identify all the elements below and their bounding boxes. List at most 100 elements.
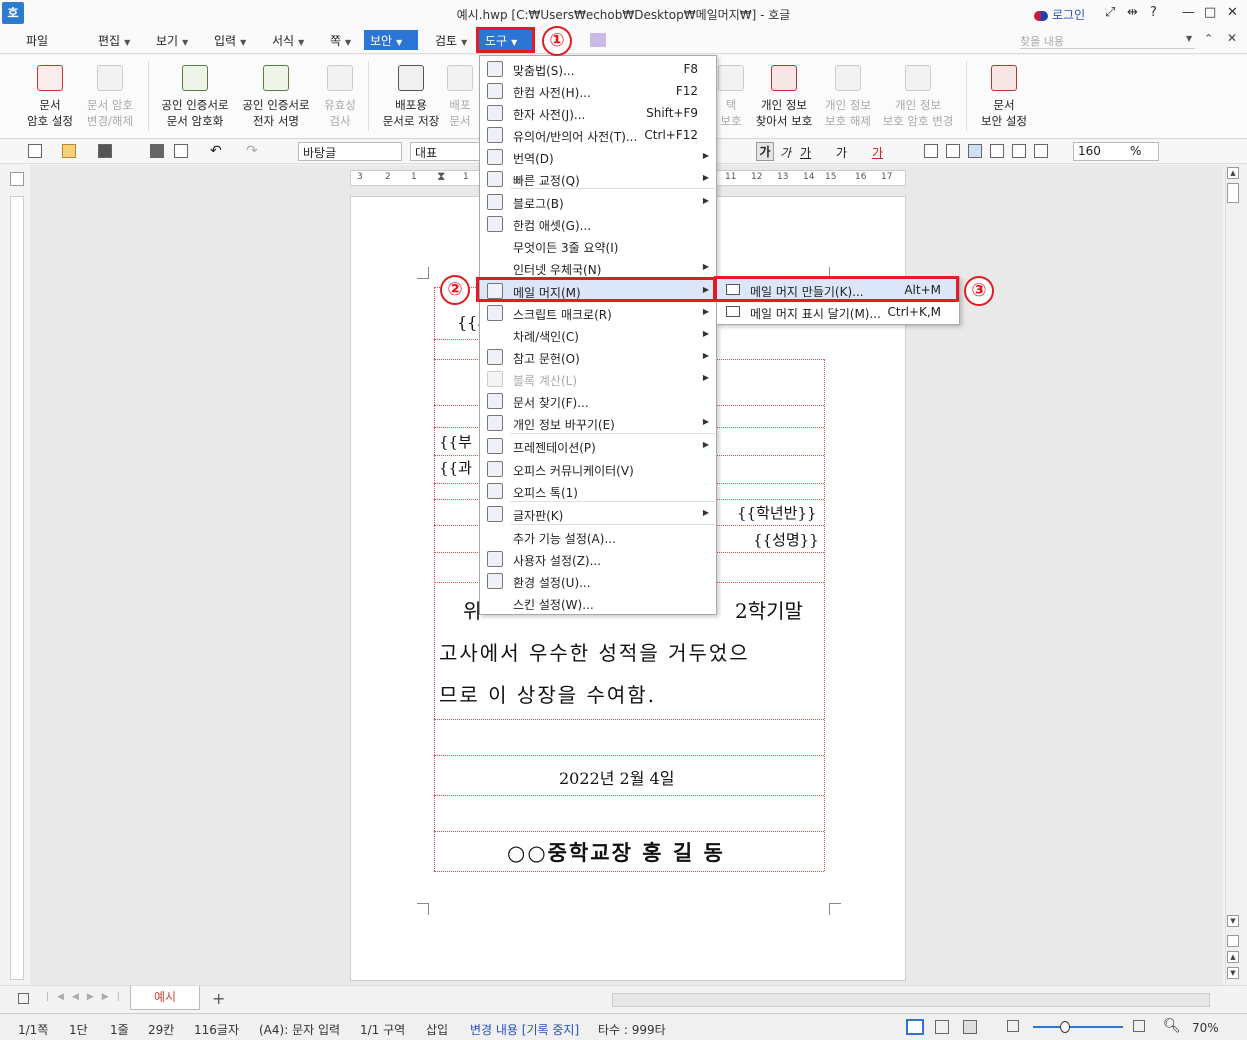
body-text[interactable]: 므로 이 상장을 수여함. xyxy=(439,679,656,708)
menu-item-20[interactable]: 오피스 톡(1) xyxy=(480,480,716,502)
cert-encrypt-button[interactable]: 공인 인증서로 문서 암호화 xyxy=(157,61,233,129)
menu-item-16[interactable]: 문서 찾기(F)... xyxy=(480,390,716,412)
multi-page-icon[interactable] xyxy=(963,1020,977,1034)
menu-item-7[interactable]: 블로그(B) ▶ xyxy=(480,191,716,213)
new-doc-icon[interactable] xyxy=(28,144,42,158)
print-icon[interactable] xyxy=(150,144,164,158)
minimize-button[interactable]: — xyxy=(1182,5,1195,20)
menu-item-5[interactable]: 번역(D) ▶ xyxy=(480,146,716,168)
indent-marker-icon[interactable]: ⧗ xyxy=(437,169,445,184)
merge-field[interactable]: {{과 xyxy=(439,457,472,478)
login-button[interactable]: 로그인 xyxy=(1034,6,1085,23)
align-distribute-icon[interactable] xyxy=(1012,144,1026,158)
align-right-icon[interactable] xyxy=(990,144,1004,158)
italic-button[interactable]: 가 xyxy=(780,144,791,161)
merge-field[interactable]: {{부 xyxy=(439,431,472,452)
open-folder-icon[interactable] xyxy=(62,144,76,158)
menu-item-13[interactable]: 차례/색인(C) ▶ xyxy=(480,324,716,346)
menu-item-22[interactable]: 추가 기능 설정(A)... xyxy=(480,526,716,548)
vertical-scrollbar[interactable]: ▲ ▼ ▲ ▼ xyxy=(1225,165,1240,985)
menu-item-14[interactable]: 참고 문헌(O) ▶ xyxy=(480,346,716,368)
horizontal-scrollbar[interactable] xyxy=(612,993,1210,1007)
menu-item-25[interactable]: 스킨 설정(W)... xyxy=(480,592,716,614)
merge-field-name[interactable]: {{성명}} xyxy=(753,529,819,550)
menu-item-12[interactable]: 스크립트 매크로(R) ▶ xyxy=(480,302,716,324)
menu-security[interactable]: 보안 ▼ xyxy=(364,30,418,50)
distribute-save-button[interactable]: 배포용 문서로 저장 xyxy=(373,61,449,129)
page-view-icon[interactable] xyxy=(906,1019,924,1035)
extra-toolbar-icon[interactable] xyxy=(590,33,606,47)
status-page[interactable]: 1/1쪽 xyxy=(18,1021,48,1038)
ruler-toggle-icon[interactable] xyxy=(10,172,24,186)
menu-item-8[interactable]: 한컴 애셋(G)... xyxy=(480,213,716,235)
zoom-out-icon[interactable] xyxy=(1007,1020,1019,1032)
menu-item-23[interactable]: 사용자 설정(Z)... xyxy=(480,548,716,570)
scroll-down-button[interactable]: ▼ xyxy=(1227,915,1239,927)
menu-item-2[interactable]: 한컴 사전(H)... F12 xyxy=(480,80,716,102)
menu-page[interactable]: 쪽 ▼ xyxy=(330,32,351,49)
underline-button[interactable]: 가 xyxy=(800,144,811,161)
menu-insert[interactable]: 입력 ▼ xyxy=(214,32,246,49)
menu-item-3[interactable]: 한자 사전(J)... Shift+F9 xyxy=(480,102,716,124)
layout-icon[interactable] xyxy=(18,993,29,1004)
align-split-icon[interactable] xyxy=(1034,144,1048,158)
align-justify-icon[interactable] xyxy=(924,144,938,158)
menu-item-24[interactable]: 환경 설정(U)... xyxy=(480,570,716,592)
split-icon[interactable]: ⇹ xyxy=(1127,5,1138,20)
menu-format[interactable]: 서식 ▼ xyxy=(272,32,304,49)
menu-view[interactable]: 보기 ▼ xyxy=(156,32,188,49)
help-button[interactable]: ? xyxy=(1150,5,1157,20)
menu-item-6[interactable]: 빠른 교정(Q) ▶ xyxy=(480,168,716,190)
redo-icon[interactable]: ↷ xyxy=(246,143,258,159)
preview-icon[interactable] xyxy=(174,144,188,158)
zoom-select[interactable]: 160% xyxy=(1073,142,1159,161)
font-color-button[interactable]: 가 xyxy=(872,144,883,161)
zoom-slider-thumb[interactable] xyxy=(1060,1021,1070,1033)
next-page-button[interactable]: ▼ xyxy=(1227,967,1239,979)
status-zoom[interactable]: 70% xyxy=(1192,1021,1219,1035)
close-doc-icon[interactable]: ✕ xyxy=(1227,31,1237,45)
signature-text[interactable]: ○○중학교장 홍 길 동 xyxy=(507,837,725,867)
menu-item-19[interactable]: 오피스 커뮤니케이터(V) xyxy=(480,458,716,480)
menu-item-18[interactable]: 프레젠테이션(P) ▶ xyxy=(480,435,716,457)
menu-item-1[interactable]: 맞춤법(S)... F8 xyxy=(480,58,716,80)
tab-nav-icon[interactable]: |◀◀▶▶| xyxy=(46,992,128,1002)
date-text[interactable]: 2022년 2월 4일 xyxy=(559,765,674,789)
zoom-in-icon[interactable] xyxy=(1133,1020,1145,1032)
add-tab-button[interactable]: + xyxy=(212,989,225,1008)
undo-icon[interactable]: ↶ xyxy=(210,143,222,159)
save-icon[interactable] xyxy=(98,144,112,158)
bold-button[interactable]: 가 xyxy=(756,142,774,161)
expand-icon[interactable]: ⤢ xyxy=(1105,5,1115,20)
strike-button[interactable]: 가 xyxy=(836,144,847,161)
merge-field-grade[interactable]: {{학년반}} xyxy=(737,502,817,523)
align-left-icon[interactable] xyxy=(946,144,960,158)
fit-width-icon[interactable] xyxy=(935,1020,949,1034)
menu-item-4[interactable]: 유의어/반의어 사전(T)... Ctrl+F12 xyxy=(480,124,716,146)
menu-item-10[interactable]: 인터넷 우체국(N) ▶ xyxy=(480,257,716,279)
menu-item-mail-merge-mark[interactable]: 메일 머지 표시 달기(M)... Ctrl+K,M xyxy=(717,301,959,323)
scroll-thumb[interactable] xyxy=(1227,183,1239,203)
menu-edit[interactable]: 편집 ▼ xyxy=(98,32,130,49)
search-input[interactable]: 찾을 내용 xyxy=(1020,31,1195,49)
status-insert[interactable]: 삽입 xyxy=(426,1021,448,1038)
maximize-button[interactable]: □ xyxy=(1204,5,1216,20)
tab-document[interactable]: 예시 xyxy=(130,986,200,1010)
menu-review[interactable]: 검토 ▼ xyxy=(435,32,467,49)
font-select[interactable]: 대표 xyxy=(410,142,480,161)
menu-item-9[interactable]: 무엇이든 3줄 요약(I) xyxy=(480,235,716,257)
close-button[interactable]: ✕ xyxy=(1227,5,1238,20)
align-center-icon[interactable] xyxy=(968,144,982,158)
prev-page-button[interactable]: ▲ xyxy=(1227,951,1239,963)
body-text[interactable]: 고사에서 우수한 성적을 거두었으 xyxy=(439,637,750,666)
page-icon[interactable] xyxy=(1227,935,1239,947)
body-text[interactable]: 2학기말 xyxy=(735,595,803,624)
style-select[interactable]: 바탕글 xyxy=(298,142,402,161)
zoom-slider[interactable] xyxy=(1033,1026,1123,1028)
chevron-down-icon[interactable]: ▼ xyxy=(1186,34,1192,43)
magnifier-icon[interactable]: 🔍︎ xyxy=(1163,1018,1181,1034)
collapse-ribbon-icon[interactable]: ⌃ xyxy=(1204,32,1213,45)
menu-item-17[interactable]: 개인 정보 바꾸기(E) ▶ xyxy=(480,412,716,434)
scroll-up-button[interactable]: ▲ xyxy=(1227,167,1239,179)
menu-item-21[interactable]: 글자판(K) ▶ xyxy=(480,503,716,525)
